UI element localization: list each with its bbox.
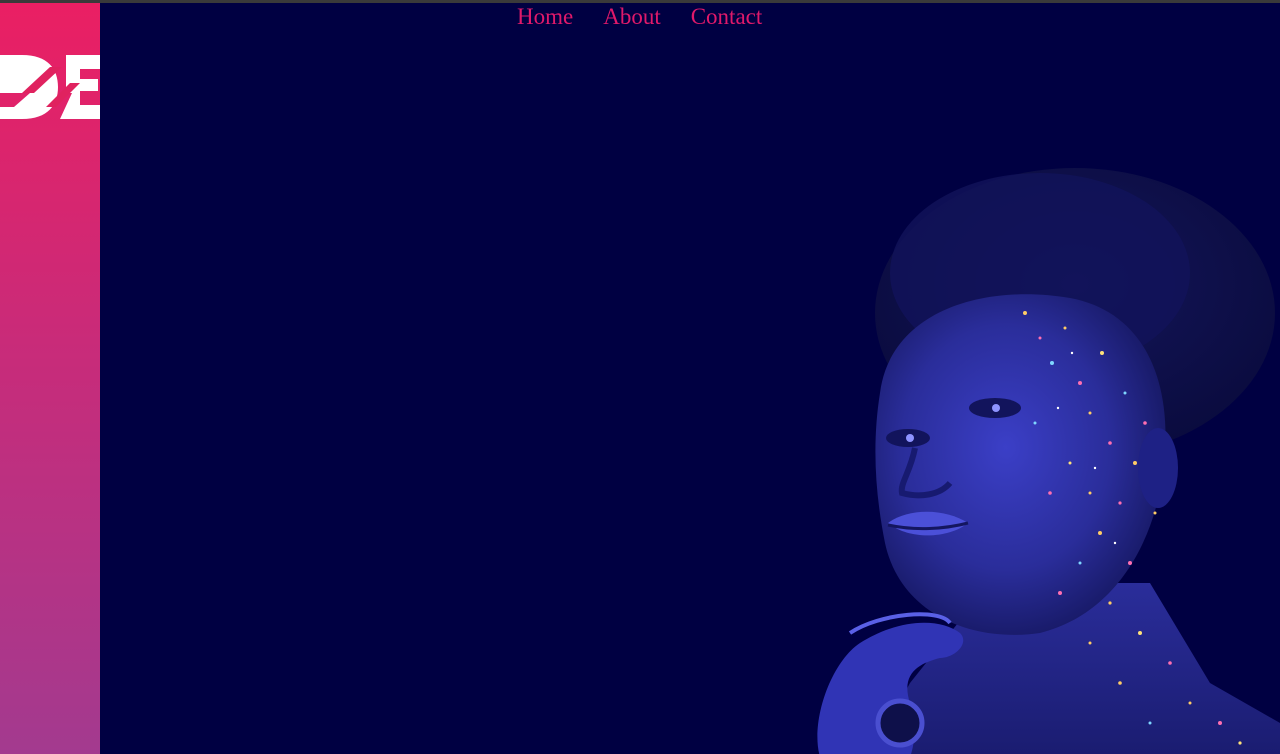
sidebar: [0, 3, 102, 754]
main-content: Home About Contact: [100, 3, 1280, 754]
top-navigation: Home About Contact: [517, 3, 762, 31]
de-logo[interactable]: [0, 53, 102, 121]
hero-portrait-image: [817, 168, 1280, 754]
nav-contact-link[interactable]: Contact: [691, 3, 763, 31]
nav-home-link[interactable]: Home: [517, 3, 573, 31]
nav-about-link[interactable]: About: [603, 3, 661, 31]
